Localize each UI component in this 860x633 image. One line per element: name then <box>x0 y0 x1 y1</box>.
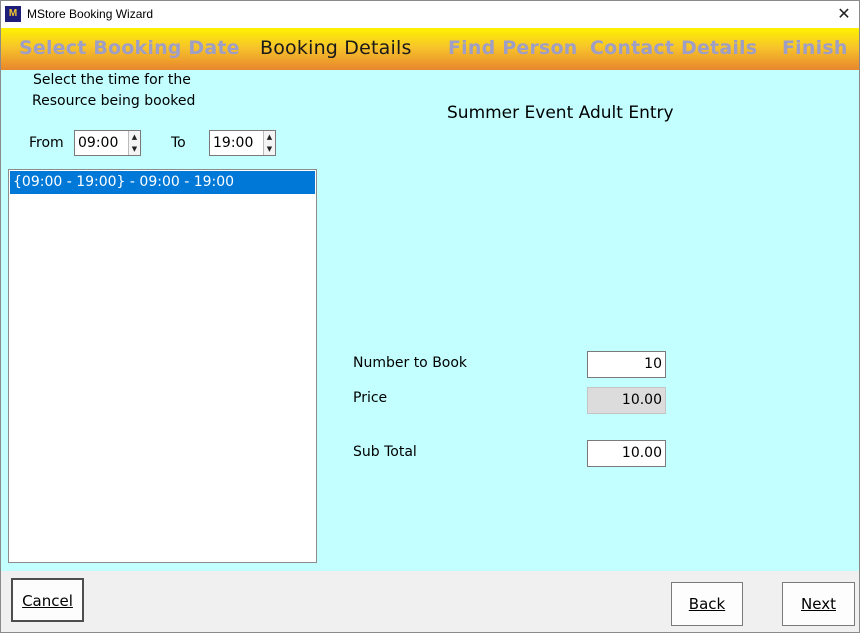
to-label: To <box>171 135 186 151</box>
booking-details-panel: Select the time for the Resource being b… <box>1 70 859 571</box>
from-time-value: 09:00 <box>78 135 119 151</box>
spin-down-icon[interactable]: ▼ <box>264 143 275 155</box>
to-time-value: 19:00 <box>213 135 254 151</box>
number-to-book-input[interactable]: 10 <box>587 351 666 378</box>
step-finish: Finish <box>782 37 848 59</box>
list-item[interactable]: {09:00 - 19:00} - 09:00 - 19:00 <box>10 171 315 194</box>
to-time-spinner[interactable]: 19:00 ▲ ▼ <box>209 130 276 156</box>
spin-up-icon[interactable]: ▲ <box>129 131 140 143</box>
to-time-arrows[interactable]: ▲ ▼ <box>263 131 275 155</box>
spin-down-icon[interactable]: ▼ <box>129 143 140 155</box>
number-to-book-label: Number to Book <box>353 355 468 371</box>
instruction-line-1: Select the time for the <box>33 72 191 88</box>
sub-total-field: 10.00 <box>587 440 666 467</box>
step-booking-details: Booking Details <box>260 37 412 59</box>
from-time-arrows[interactable]: ▲ ▼ <box>128 131 140 155</box>
step-contact-details: Contact Details <box>590 37 758 59</box>
back-button[interactable]: Back <box>671 582 743 626</box>
time-slot-list[interactable]: {09:00 - 19:00} - 09:00 - 19:00 <box>8 169 317 563</box>
step-select-booking-date: Select Booking Date <box>19 37 240 59</box>
from-time-spinner[interactable]: 09:00 ▲ ▼ <box>74 130 141 156</box>
price-field: 10.00 <box>587 387 666 414</box>
instruction-line-2: Resource being booked <box>32 93 196 109</box>
wizard-steps-banner: Select Booking Date Booking Details Find… <box>1 28 859 70</box>
next-button-label: Next <box>801 595 836 613</box>
spin-up-icon[interactable]: ▲ <box>264 131 275 143</box>
cancel-button[interactable]: Cancel <box>11 578 84 622</box>
booking-wizard-window: M MStore Booking Wizard ✕ Select Booking… <box>0 0 860 633</box>
price-label: Price <box>353 390 388 406</box>
title-bar: M MStore Booking Wizard ✕ <box>1 1 859 28</box>
resource-title: Summer Event Adult Entry <box>447 103 674 123</box>
sub-total-label: Sub Total <box>353 444 417 460</box>
button-bar: Cancel Back Next <box>1 571 859 632</box>
from-label: From <box>29 135 64 151</box>
cancel-button-label: Cancel <box>22 592 73 610</box>
back-button-label: Back <box>688 595 726 613</box>
app-logo-icon: M <box>5 6 21 22</box>
window-title: MStore Booking Wizard <box>27 7 154 21</box>
next-button[interactable]: Next <box>782 582 855 626</box>
step-find-person: Find Person <box>448 37 578 59</box>
close-icon[interactable]: ✕ <box>829 1 859 28</box>
